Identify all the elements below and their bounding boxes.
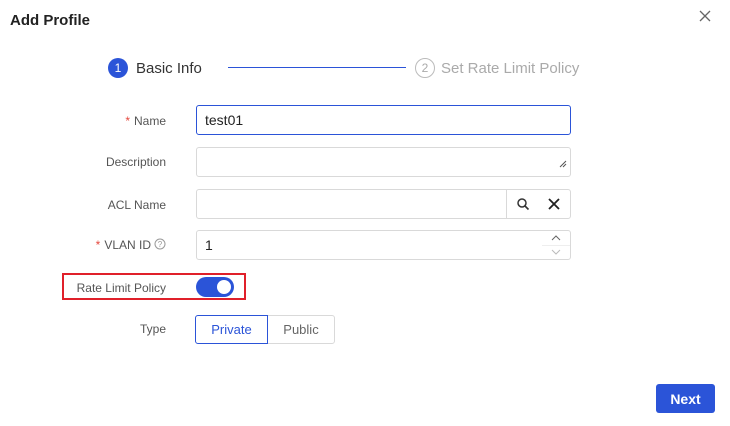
toggle-knob bbox=[217, 280, 231, 294]
type-label: Type bbox=[139, 322, 166, 336]
svg-text:?: ? bbox=[158, 240, 163, 249]
acl-name-label: ACL Name bbox=[107, 198, 166, 212]
stepper-controls bbox=[542, 231, 570, 259]
name-input[interactable]: test01 bbox=[196, 105, 571, 135]
close-icon[interactable] bbox=[696, 7, 714, 25]
chevron-down-icon[interactable] bbox=[542, 246, 570, 260]
dialog-title: Add Profile bbox=[10, 12, 91, 29]
vlan-id-stepper[interactable]: 1 bbox=[196, 230, 571, 260]
step-label: Set Rate Limit Policy bbox=[441, 59, 580, 77]
chevron-up-icon[interactable] bbox=[542, 231, 570, 246]
name-value: test01 bbox=[205, 112, 244, 128]
name-label: * Name bbox=[125, 114, 166, 128]
add-profile-dialog: Add Profile 1 Basic Info 2 Set Rate Limi… bbox=[0, 0, 730, 426]
description-label: Description bbox=[105, 155, 166, 169]
step-basic-info: 1 Basic Info bbox=[108, 57, 202, 79]
next-button[interactable]: Next bbox=[656, 384, 715, 413]
resize-handle-icon[interactable] bbox=[559, 155, 567, 173]
step-label: Basic Info bbox=[136, 59, 202, 77]
required-mark: * bbox=[125, 114, 130, 128]
clear-icon[interactable] bbox=[538, 190, 569, 218]
help-icon[interactable]: ? bbox=[154, 238, 166, 253]
step-number: 1 bbox=[108, 58, 128, 78]
vlan-id-value: 1 bbox=[205, 237, 213, 253]
step-set-rate-limit-policy: 2 Set Rate Limit Policy bbox=[415, 57, 579, 79]
rate-limit-policy-toggle[interactable] bbox=[196, 277, 234, 297]
step-connector bbox=[228, 67, 406, 68]
vlan-id-label: * VLAN ID ? bbox=[16, 238, 166, 253]
rate-limit-policy-label: Rate Limit Policy bbox=[76, 281, 166, 295]
acl-name-input[interactable] bbox=[196, 189, 571, 219]
step-number: 2 bbox=[415, 58, 435, 78]
type-option-private[interactable]: Private bbox=[195, 315, 268, 344]
acl-actions bbox=[506, 190, 570, 218]
required-mark: * bbox=[95, 238, 101, 252]
description-textarea[interactable] bbox=[196, 147, 571, 177]
type-option-public[interactable]: Public bbox=[267, 315, 335, 344]
search-icon[interactable] bbox=[507, 190, 538, 218]
